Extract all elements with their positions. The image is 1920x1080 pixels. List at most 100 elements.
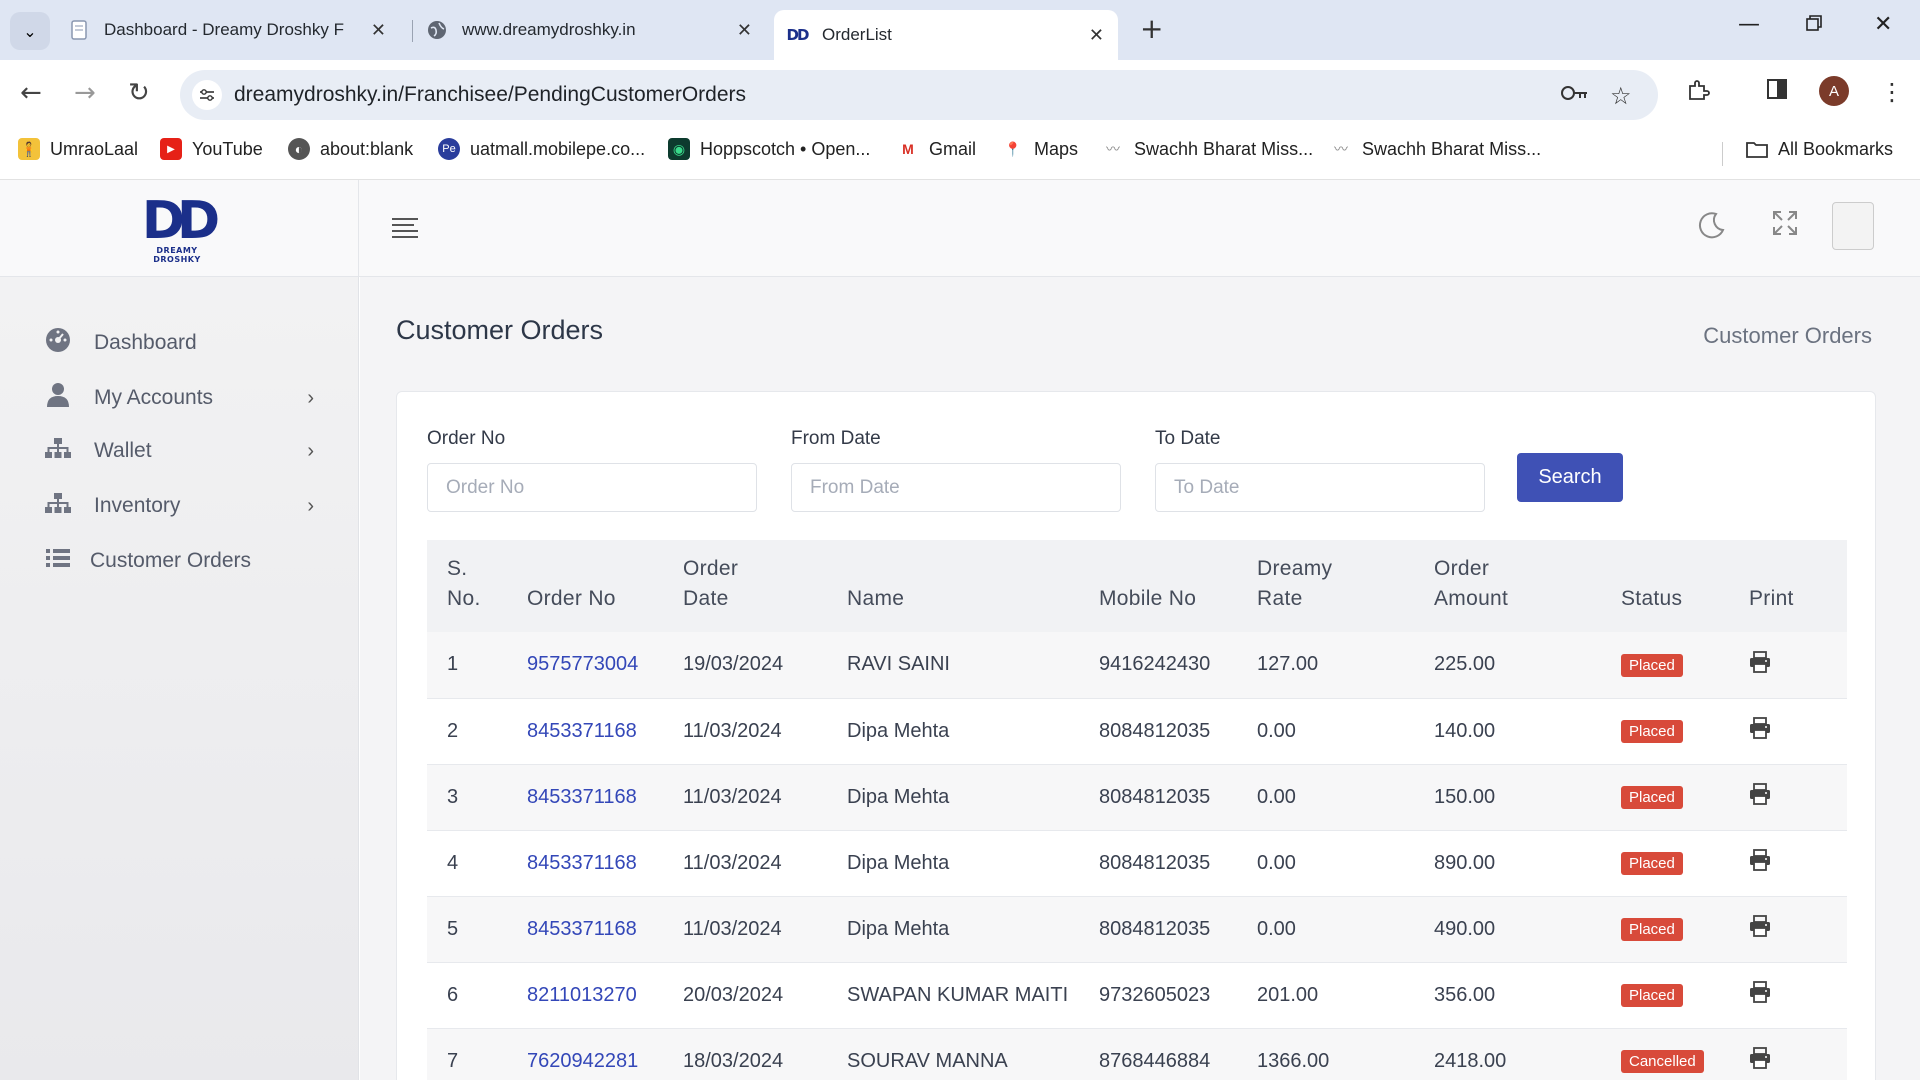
forward-arrow-icon[interactable]: → bbox=[74, 78, 96, 108]
sidebar-item-wallet[interactable]: Wallet › bbox=[44, 437, 314, 465]
order-no-cell: 8211013270 bbox=[527, 962, 683, 1029]
side-panel-icon[interactable] bbox=[1766, 78, 1788, 106]
profile-avatar[interactable]: A bbox=[1819, 76, 1849, 106]
status-cell: Placed bbox=[1621, 632, 1749, 699]
user-avatar-image[interactable] bbox=[1832, 202, 1874, 250]
column-header[interactable]: Status bbox=[1621, 540, 1749, 632]
print-icon[interactable] bbox=[1749, 1047, 1771, 1074]
print-cell bbox=[1749, 698, 1847, 765]
print-icon[interactable] bbox=[1749, 650, 1771, 678]
to-date-input[interactable] bbox=[1155, 463, 1485, 512]
status-cell: Placed bbox=[1621, 698, 1749, 765]
order-no-link[interactable]: 8211013270 bbox=[527, 984, 637, 1006]
sidebar-item-customer-orders[interactable]: Customer Orders bbox=[44, 547, 314, 575]
order-no-link[interactable]: 9575773004 bbox=[527, 653, 638, 675]
column-header[interactable]: Dreamy Rate bbox=[1257, 540, 1434, 632]
close-icon[interactable]: ✕ bbox=[737, 20, 752, 41]
customer-name-cell: SOURAV MANNA bbox=[847, 1028, 1099, 1080]
minimize-icon[interactable]: — bbox=[1738, 12, 1760, 37]
sidebar-item-dashboard[interactable]: Dashboard bbox=[44, 327, 314, 359]
address-bar[interactable]: dreamydroshky.in/Franchisee/PendingCusto… bbox=[180, 70, 1658, 120]
back-arrow-icon[interactable]: ← bbox=[20, 78, 42, 108]
extensions-icon[interactable] bbox=[1686, 78, 1710, 108]
print-icon[interactable] bbox=[1749, 783, 1771, 810]
sitemap-icon bbox=[44, 492, 72, 520]
browser-tab-dashboard[interactable]: Dashboard - Dreamy Droshky F ✕ bbox=[68, 10, 400, 50]
column-header[interactable]: Print bbox=[1749, 540, 1847, 632]
order-no-link[interactable]: 7620942281 bbox=[527, 1050, 638, 1072]
serial-no-cell: 7 bbox=[427, 1028, 527, 1080]
status-cell: Placed bbox=[1621, 896, 1749, 963]
dreamy-droshky-logo[interactable]: DD DREAMY DROSHKY bbox=[132, 195, 222, 264]
close-icon[interactable]: ✕ bbox=[1089, 25, 1104, 46]
order-no-link[interactable]: 8453371168 bbox=[527, 786, 637, 808]
order-no-cell: 8453371168 bbox=[527, 698, 683, 765]
print-icon[interactable] bbox=[1749, 981, 1771, 1008]
bookmark-item[interactable]: ◉ Hoppscotch • Open... bbox=[668, 138, 870, 160]
bookmark-item[interactable]: 〰 Swachh Bharat Miss... bbox=[1330, 138, 1541, 160]
mobile-no-cell: 8768446884 bbox=[1099, 1028, 1257, 1080]
column-header[interactable]: Order No bbox=[527, 540, 683, 632]
gmail-icon: M bbox=[902, 141, 914, 157]
site-settings-icon[interactable] bbox=[192, 80, 222, 110]
dreamy-rate-cell: 0.00 bbox=[1257, 896, 1434, 963]
tab-search-button[interactable]: ⌄ bbox=[10, 12, 50, 50]
more-menu-icon[interactable]: ⋮ bbox=[1880, 78, 1904, 106]
browser-tab-site[interactable]: www.dreamydroshky.in ✕ bbox=[426, 10, 766, 50]
reload-icon[interactable]: ↻ bbox=[128, 78, 150, 108]
column-header[interactable]: Order Amount bbox=[1434, 540, 1621, 632]
bookmark-item[interactable]: ◐ about:blank bbox=[288, 138, 413, 160]
tab-title: Dashboard - Dreamy Droshky F bbox=[104, 20, 344, 39]
table-row: 4 8453371168 11/03/2024 Dipa Mehta 80848… bbox=[427, 830, 1847, 897]
order-no-link[interactable]: 8453371168 bbox=[527, 852, 637, 874]
print-icon[interactable] bbox=[1749, 915, 1771, 942]
bookmark-item[interactable]: ▶ YouTube bbox=[160, 138, 263, 160]
dark-mode-moon-icon[interactable] bbox=[1696, 210, 1726, 247]
bookmark-item[interactable]: 〰 Swachh Bharat Miss... bbox=[1102, 138, 1313, 160]
column-header[interactable]: S. No. bbox=[427, 540, 527, 632]
orders-card: Order No From Date To Date Search S.No. … bbox=[396, 391, 1876, 1080]
bookmark-item[interactable]: M Gmail bbox=[897, 138, 976, 160]
column-header[interactable]: Name bbox=[847, 540, 1099, 632]
order-no-link[interactable]: 8453371168 bbox=[527, 720, 637, 742]
globe-icon: ◐ bbox=[288, 138, 310, 160]
menu-toggle-icon[interactable] bbox=[392, 218, 418, 242]
umraolaal-icon: 🧍 bbox=[18, 138, 40, 160]
order-date-cell: 18/03/2024 bbox=[683, 1028, 847, 1080]
new-tab-plus-icon[interactable]: + bbox=[1140, 12, 1163, 45]
bookmark-item[interactable]: 🧍 UmraoLaal bbox=[18, 138, 138, 160]
from-date-input[interactable] bbox=[791, 463, 1121, 512]
folder-icon bbox=[1746, 138, 1768, 160]
page-title: Customer Orders bbox=[396, 315, 604, 345]
order-amount-cell: 150.00 bbox=[1434, 764, 1621, 831]
breadcrumb[interactable]: Customer Orders bbox=[1703, 323, 1872, 349]
close-icon[interactable]: ✕ bbox=[371, 20, 386, 41]
print-icon[interactable] bbox=[1749, 717, 1771, 744]
fullscreen-icon[interactable] bbox=[1772, 210, 1798, 243]
window-close-icon[interactable]: ✕ bbox=[1874, 12, 1892, 37]
bookmark-item[interactable]: Pe uatmall.mobilepe.co... bbox=[438, 138, 645, 160]
all-bookmarks-button[interactable]: All Bookmarks bbox=[1746, 138, 1893, 160]
bookmark-item[interactable]: 📍 Maps bbox=[1002, 138, 1078, 160]
bookmark-star-icon[interactable]: ☆ bbox=[1610, 82, 1632, 110]
restore-icon[interactable] bbox=[1806, 12, 1822, 37]
browser-tab-orderlist[interactable]: DD OrderList ✕ bbox=[774, 10, 1118, 60]
table-row: 7 7620942281 18/03/2024 SOURAV MANNA 876… bbox=[427, 1028, 1847, 1080]
sidebar-item-my-accounts[interactable]: My Accounts › bbox=[44, 382, 314, 414]
column-header[interactable]: Mobile No bbox=[1099, 540, 1257, 632]
bookmarks-bar: 🧍 UmraoLaal ▶ YouTube ◐ about:blank Pe u… bbox=[0, 128, 1920, 180]
mobile-no-cell: 8084812035 bbox=[1099, 764, 1257, 831]
sidebar-item-inventory[interactable]: Inventory › bbox=[44, 492, 314, 520]
search-button[interactable]: Search bbox=[1517, 453, 1623, 502]
order-no-input[interactable] bbox=[427, 463, 757, 512]
password-key-icon[interactable] bbox=[1560, 82, 1588, 110]
print-icon[interactable] bbox=[1749, 849, 1771, 876]
status-badge: Placed bbox=[1621, 720, 1683, 743]
column-header[interactable]: Order Date bbox=[683, 540, 847, 632]
order-date-cell: 19/03/2024 bbox=[683, 632, 847, 699]
table-row: 1 9575773004 19/03/2024 RAVI SAINI 94162… bbox=[427, 632, 1847, 699]
table-body: 1 9575773004 19/03/2024 RAVI SAINI 94162… bbox=[427, 632, 1847, 1080]
dreamy-rate-cell: 0.00 bbox=[1257, 830, 1434, 897]
order-no-link[interactable]: 8453371168 bbox=[527, 918, 637, 940]
order-no-label: Order No bbox=[427, 428, 506, 449]
